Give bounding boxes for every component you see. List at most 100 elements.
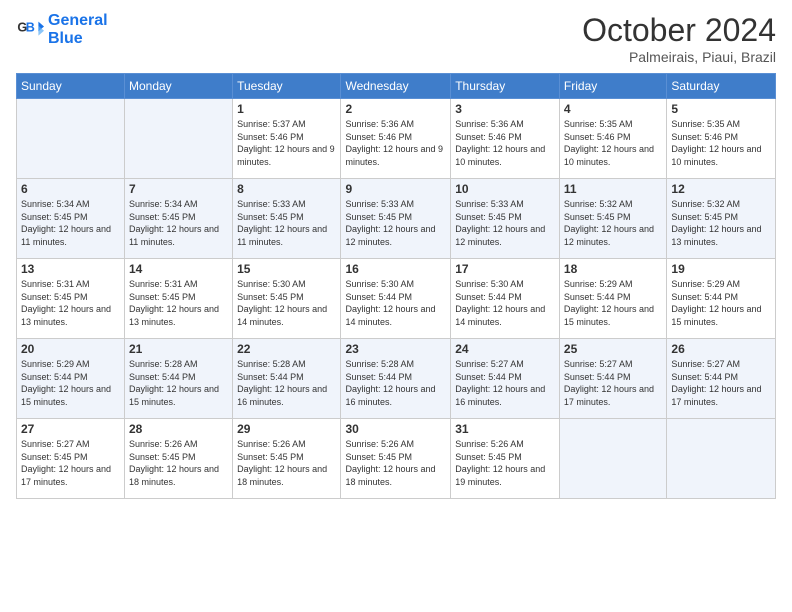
calendar-cell bbox=[124, 99, 232, 179]
day-info: Sunrise: 5:33 AMSunset: 5:45 PMDaylight:… bbox=[345, 198, 446, 248]
day-info: Sunrise: 5:26 AMSunset: 5:45 PMDaylight:… bbox=[237, 438, 336, 488]
day-info: Sunrise: 5:28 AMSunset: 5:44 PMDaylight:… bbox=[237, 358, 336, 408]
calendar-cell: 18 Sunrise: 5:29 AMSunset: 5:44 PMDayligh… bbox=[559, 259, 667, 339]
day-number: 23 bbox=[345, 342, 446, 356]
day-number: 19 bbox=[671, 262, 771, 276]
day-number: 16 bbox=[345, 262, 446, 276]
calendar-cell: 7 Sunrise: 5:34 AMSunset: 5:45 PMDaylight… bbox=[124, 179, 232, 259]
weekday-header-tuesday: Tuesday bbox=[233, 74, 341, 99]
page: G B General Blue October 2024 Palmeirais… bbox=[0, 0, 792, 612]
day-info: Sunrise: 5:31 AMSunset: 5:45 PMDaylight:… bbox=[129, 278, 228, 328]
svg-text:B: B bbox=[26, 20, 35, 34]
day-number: 22 bbox=[237, 342, 336, 356]
calendar-cell: 25Sunrise: 5:27 AMSunset: 5:44 PMDayligh… bbox=[559, 339, 667, 419]
day-info: Sunrise: 5:30 AMSunset: 5:44 PMDaylight:… bbox=[345, 278, 446, 328]
day-info: Sunrise: 5:35 AMSunset: 5:46 PMDaylight:… bbox=[671, 118, 771, 168]
logo-general: General bbox=[48, 12, 108, 29]
day-info: Sunrise: 5:30 AMSunset: 5:44 PMDaylight:… bbox=[455, 278, 555, 328]
calendar-cell: 2Sunrise: 5:36 AMSunset: 5:46 PMDaylight… bbox=[341, 99, 451, 179]
week-row-2: 6 Sunrise: 5:34 AMSunset: 5:45 PMDaylight… bbox=[17, 179, 776, 259]
weekday-header-friday: Friday bbox=[559, 74, 667, 99]
weekday-row: SundayMondayTuesdayWednesdayThursdayFrid… bbox=[17, 74, 776, 99]
day-number: 7 bbox=[129, 182, 228, 196]
day-info: Sunrise: 5:26 AMSunset: 5:45 PMDaylight:… bbox=[455, 438, 555, 488]
day-info: Sunrise: 5:29 AMSunset: 5:44 PMDaylight:… bbox=[671, 278, 771, 328]
day-number: 12 bbox=[671, 182, 771, 196]
day-number: 5 bbox=[671, 102, 771, 116]
day-info: Sunrise: 5:36 AMSunset: 5:46 PMDaylight:… bbox=[345, 118, 446, 168]
day-number: 24 bbox=[455, 342, 555, 356]
day-number: 17 bbox=[455, 262, 555, 276]
week-row-5: 27 Sunrise: 5:27 AMSunset: 5:45 PMDayligh… bbox=[17, 419, 776, 499]
day-number: 18 bbox=[564, 262, 663, 276]
calendar-cell: 1 Sunrise: 5:37 AMSunset: 5:46 PMDaylight… bbox=[233, 99, 341, 179]
weekday-header-thursday: Thursday bbox=[451, 74, 560, 99]
day-info: Sunrise: 5:34 AMSunset: 5:45 PMDaylight:… bbox=[129, 198, 228, 248]
day-number: 14 bbox=[129, 262, 228, 276]
header: G B General Blue October 2024 Palmeirais… bbox=[16, 12, 776, 65]
calendar-body: 1 Sunrise: 5:37 AMSunset: 5:46 PMDaylight… bbox=[17, 99, 776, 499]
day-number: 3 bbox=[455, 102, 555, 116]
calendar-cell: 5 Sunrise: 5:35 AMSunset: 5:46 PMDaylight… bbox=[667, 99, 776, 179]
calendar-cell: 14 Sunrise: 5:31 AMSunset: 5:45 PMDayligh… bbox=[124, 259, 232, 339]
day-number: 10 bbox=[455, 182, 555, 196]
calendar-cell: 27 Sunrise: 5:27 AMSunset: 5:45 PMDayligh… bbox=[17, 419, 125, 499]
day-number: 11 bbox=[564, 182, 663, 196]
calendar-cell: 20 Sunrise: 5:29 AMSunset: 5:44 PMDayligh… bbox=[17, 339, 125, 419]
day-info: Sunrise: 5:37 AMSunset: 5:46 PMDaylight:… bbox=[237, 118, 336, 168]
day-info: Sunrise: 5:31 AMSunset: 5:45 PMDaylight:… bbox=[21, 278, 120, 328]
day-number: 31 bbox=[455, 422, 555, 436]
calendar-header: SundayMondayTuesdayWednesdayThursdayFrid… bbox=[17, 74, 776, 99]
day-number: 8 bbox=[237, 182, 336, 196]
weekday-header-sunday: Sunday bbox=[17, 74, 125, 99]
day-info: Sunrise: 5:28 AMSunset: 5:44 PMDaylight:… bbox=[345, 358, 446, 408]
calendar-cell: 26 Sunrise: 5:27 AMSunset: 5:44 PMDayligh… bbox=[667, 339, 776, 419]
day-number: 20 bbox=[21, 342, 120, 356]
day-number: 1 bbox=[237, 102, 336, 116]
day-info: Sunrise: 5:28 AMSunset: 5:44 PMDaylight:… bbox=[129, 358, 228, 408]
day-number: 25 bbox=[564, 342, 663, 356]
calendar-cell: 21Sunrise: 5:28 AMSunset: 5:44 PMDayligh… bbox=[124, 339, 232, 419]
calendar-cell: 6 Sunrise: 5:34 AMSunset: 5:45 PMDaylight… bbox=[17, 179, 125, 259]
calendar-cell: 10 Sunrise: 5:33 AMSunset: 5:45 PMDayligh… bbox=[451, 179, 560, 259]
calendar: SundayMondayTuesdayWednesdayThursdayFrid… bbox=[16, 73, 776, 499]
day-number: 26 bbox=[671, 342, 771, 356]
calendar-cell: 22 Sunrise: 5:28 AMSunset: 5:44 PMDayligh… bbox=[233, 339, 341, 419]
calendar-cell: 31 Sunrise: 5:26 AMSunset: 5:45 PMDayligh… bbox=[451, 419, 560, 499]
day-number: 15 bbox=[237, 262, 336, 276]
weekday-header-monday: Monday bbox=[124, 74, 232, 99]
day-number: 9 bbox=[345, 182, 446, 196]
week-row-4: 20 Sunrise: 5:29 AMSunset: 5:44 PMDayligh… bbox=[17, 339, 776, 419]
calendar-cell: 29 Sunrise: 5:26 AMSunset: 5:45 PMDayligh… bbox=[233, 419, 341, 499]
calendar-cell: 30Sunrise: 5:26 AMSunset: 5:45 PMDayligh… bbox=[341, 419, 451, 499]
day-number: 30 bbox=[345, 422, 446, 436]
calendar-cell: 8 Sunrise: 5:33 AMSunset: 5:45 PMDaylight… bbox=[233, 179, 341, 259]
day-info: Sunrise: 5:29 AMSunset: 5:44 PMDaylight:… bbox=[564, 278, 663, 328]
weekday-header-wednesday: Wednesday bbox=[341, 74, 451, 99]
day-info: Sunrise: 5:29 AMSunset: 5:44 PMDaylight:… bbox=[21, 358, 120, 408]
calendar-cell bbox=[559, 419, 667, 499]
day-info: Sunrise: 5:33 AMSunset: 5:45 PMDaylight:… bbox=[237, 198, 336, 248]
day-info: Sunrise: 5:27 AMSunset: 5:44 PMDaylight:… bbox=[671, 358, 771, 408]
day-info: Sunrise: 5:33 AMSunset: 5:45 PMDaylight:… bbox=[455, 198, 555, 248]
calendar-cell: 24Sunrise: 5:27 AMSunset: 5:44 PMDayligh… bbox=[451, 339, 560, 419]
day-info: Sunrise: 5:32 AMSunset: 5:45 PMDaylight:… bbox=[671, 198, 771, 248]
calendar-cell: 16 Sunrise: 5:30 AMSunset: 5:44 PMDayligh… bbox=[341, 259, 451, 339]
day-number: 29 bbox=[237, 422, 336, 436]
calendar-cell: 4Sunrise: 5:35 AMSunset: 5:46 PMDaylight… bbox=[559, 99, 667, 179]
logo: G B General Blue bbox=[16, 12, 108, 47]
logo-blue: Blue bbox=[48, 30, 83, 47]
logo-text: General Blue bbox=[48, 12, 108, 47]
day-number: 6 bbox=[21, 182, 120, 196]
day-info: Sunrise: 5:27 AMSunset: 5:45 PMDaylight:… bbox=[21, 438, 120, 488]
calendar-cell: 23 Sunrise: 5:28 AMSunset: 5:44 PMDayligh… bbox=[341, 339, 451, 419]
calendar-cell: 3Sunrise: 5:36 AMSunset: 5:46 PMDaylight… bbox=[451, 99, 560, 179]
calendar-cell: 12 Sunrise: 5:32 AMSunset: 5:45 PMDayligh… bbox=[667, 179, 776, 259]
month-title: October 2024 bbox=[582, 12, 776, 49]
day-number: 27 bbox=[21, 422, 120, 436]
day-number: 4 bbox=[564, 102, 663, 116]
weekday-header-saturday: Saturday bbox=[667, 74, 776, 99]
calendar-cell: 11Sunrise: 5:32 AMSunset: 5:45 PMDayligh… bbox=[559, 179, 667, 259]
week-row-1: 1 Sunrise: 5:37 AMSunset: 5:46 PMDaylight… bbox=[17, 99, 776, 179]
day-info: Sunrise: 5:34 AMSunset: 5:45 PMDaylight:… bbox=[21, 198, 120, 248]
